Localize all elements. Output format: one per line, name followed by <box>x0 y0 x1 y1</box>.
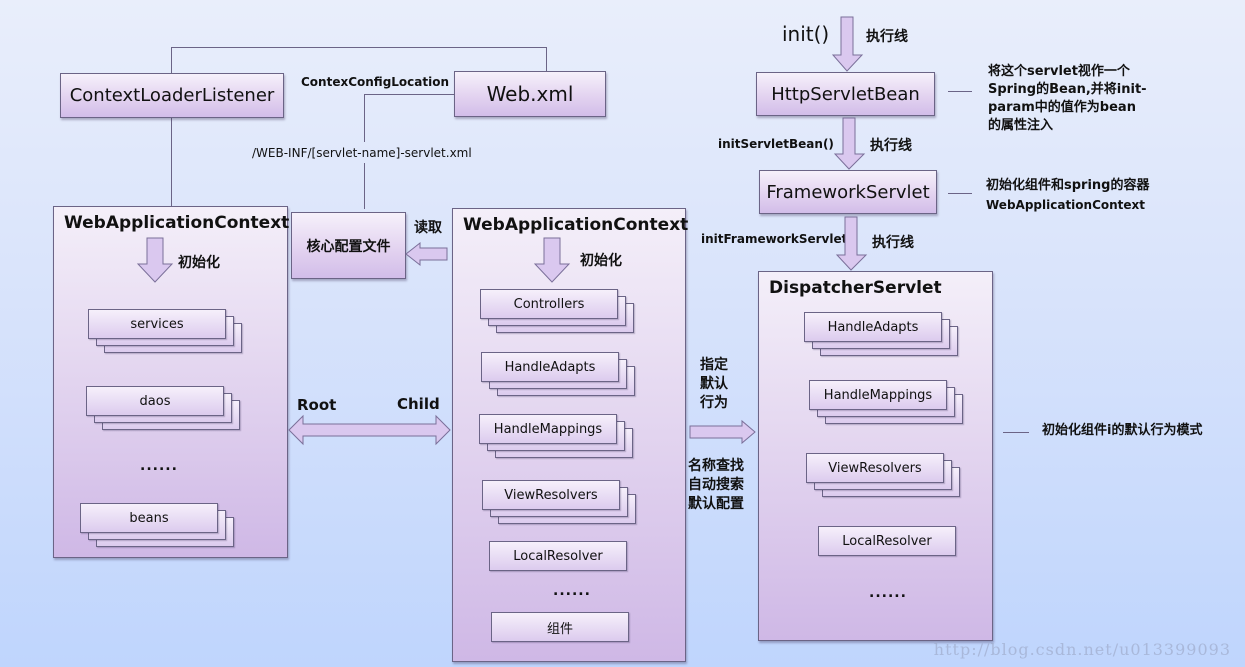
dispatcher-local-resolver-label: LocalResolver <box>842 533 932 549</box>
connector-listener-to-root-context <box>171 118 172 206</box>
handle-mappings-label: HandleMappings <box>493 421 603 437</box>
specify-default-behavior-label: 指定 默认 行为 <box>700 357 728 411</box>
root-ellipsis: ...... <box>140 458 178 474</box>
child-item-handle-adapts: HandleAdapts <box>481 352 635 398</box>
exec-line-label-1: 执行线 <box>866 29 908 45</box>
controllers-label: Controllers <box>513 296 585 312</box>
child-item-local-resolver: LocalResolver <box>489 541 627 571</box>
dispatcher-note: 初始化组件i的默认行为模式 <box>1042 423 1203 438</box>
web-xml-box: Web.xml <box>454 71 606 117</box>
stack-front: HandleMappings <box>809 380 947 410</box>
root-init-down-arrow-icon <box>136 237 174 283</box>
lookup-default-config-label: 名称查找 自动搜索 默认配置 <box>688 458 744 512</box>
framework-servlet-label: FrameworkServlet <box>766 181 930 203</box>
dispatcher-note-line <box>1003 432 1029 433</box>
dispatcher-handle-mappings-label: HandleMappings <box>823 387 933 403</box>
core-config-file-label: 核心配置文件 <box>306 238 391 255</box>
init-framework-servlet-down-arrow-icon <box>835 216 868 271</box>
http-servlet-bean-note: 将这个servlet视作一个Spring的Bean,并将init-param中的… <box>988 64 1147 133</box>
root-init-label: 初始化 <box>178 255 220 271</box>
dispatcher-item-local-resolver: LocalResolver <box>818 526 956 556</box>
local-resolver-label: LocalResolver <box>513 548 603 564</box>
connector-webxml-left <box>364 94 454 95</box>
stack-front: ViewResolvers <box>806 453 944 483</box>
exec-line-label-3: 执行线 <box>872 235 914 251</box>
http-servlet-bean-note-line <box>948 91 972 92</box>
dispatcher-item-view-resolvers: ViewResolvers <box>806 453 960 499</box>
connector-top-horizontal <box>171 47 547 48</box>
dispatcher-ellipsis: ...... <box>869 585 907 601</box>
read-left-arrow-icon <box>405 241 448 267</box>
stack-front: HandleMappings <box>479 414 617 444</box>
to-dispatcher-right-arrow-icon <box>689 419 756 445</box>
child-item-controllers: Controllers <box>480 289 634 335</box>
child-init-label: 初始化 <box>580 253 622 269</box>
component-label: 组件 <box>546 621 573 637</box>
view-resolvers-label: ViewResolvers <box>504 487 598 503</box>
root-context-title: WebApplicationContext <box>64 213 290 233</box>
dispatcher-servlet-title: DispatcherServlet <box>769 278 942 298</box>
child-item-view-resolvers: ViewResolvers <box>482 480 636 526</box>
daos-label: daos <box>139 393 171 409</box>
init-framework-servlet-label: initFrameworkServlet() <box>701 232 859 246</box>
framework-servlet-note-line1: 初始化组件和spring的容器 <box>986 178 1150 193</box>
connector-webxml-down-lower <box>364 163 365 209</box>
stack-front: services <box>88 309 226 339</box>
contex-config-location-label: ContexConfigLocation <box>301 75 450 89</box>
root-item-daos: daos <box>86 386 240 432</box>
servlet-xml-path-label: /WEB-INF/[servlet-name]-servlet.xml <box>252 146 472 160</box>
child-label: Child <box>397 395 440 413</box>
services-label: services <box>130 316 184 332</box>
connector-webxml-top <box>546 47 547 71</box>
exec-line-label-2: 执行线 <box>870 138 912 154</box>
init-method-label: init() <box>782 22 830 46</box>
stack-front: HandleAdapts <box>804 312 942 342</box>
read-label: 读取 <box>414 220 442 236</box>
root-label: Root <box>297 396 337 414</box>
connector-webxml-down <box>364 94 365 142</box>
connector-listener-to-webxml-top <box>171 47 172 73</box>
child-item-component: 组件 <box>491 612 629 642</box>
framework-servlet-note-line2: WebApplicationContext <box>986 198 1146 212</box>
dispatcher-view-resolvers-label: ViewResolvers <box>828 460 922 476</box>
context-loader-listener-label: ContextLoaderListener <box>69 85 275 106</box>
stack-front: Controllers <box>480 289 618 319</box>
stack-front: daos <box>86 386 224 416</box>
init-servlet-bean-label: initServletBean() <box>718 137 834 151</box>
child-context-title: WebApplicationContext <box>463 215 689 235</box>
dispatcher-item-handle-mappings: HandleMappings <box>809 380 963 426</box>
root-item-beans: beans <box>80 503 234 549</box>
http-servlet-bean-box: HttpServletBean <box>756 72 935 116</box>
child-init-down-arrow-icon <box>533 237 571 283</box>
dispatcher-item-handle-adapts: HandleAdapts <box>804 312 958 358</box>
context-loader-listener-box: ContextLoaderListener <box>60 73 284 118</box>
init-down-arrow-icon <box>831 16 864 72</box>
stack-front: beans <box>80 503 218 533</box>
web-xml-label: Web.xml <box>486 82 574 106</box>
framework-servlet-box: FrameworkServlet <box>759 170 937 214</box>
framework-servlet-note-line <box>948 193 972 194</box>
beans-label: beans <box>129 510 169 526</box>
child-item-handle-mappings: HandleMappings <box>479 414 633 460</box>
core-config-file-box: 核心配置文件 <box>291 212 406 279</box>
dispatcher-handle-adapts-label: HandleAdapts <box>827 319 919 335</box>
init-servlet-bean-down-arrow-icon <box>833 117 866 170</box>
watermark: http://blog.csdn.net/u013399093 <box>933 640 1231 659</box>
http-servlet-bean-label: HttpServletBean <box>771 83 920 105</box>
root-item-services: services <box>88 309 242 355</box>
handle-adapts-label: HandleAdapts <box>504 359 596 375</box>
root-child-double-arrow-icon <box>288 414 451 446</box>
child-ellipsis: ...... <box>553 583 591 599</box>
stack-front: ViewResolvers <box>482 480 620 510</box>
stack-front: HandleAdapts <box>481 352 619 382</box>
